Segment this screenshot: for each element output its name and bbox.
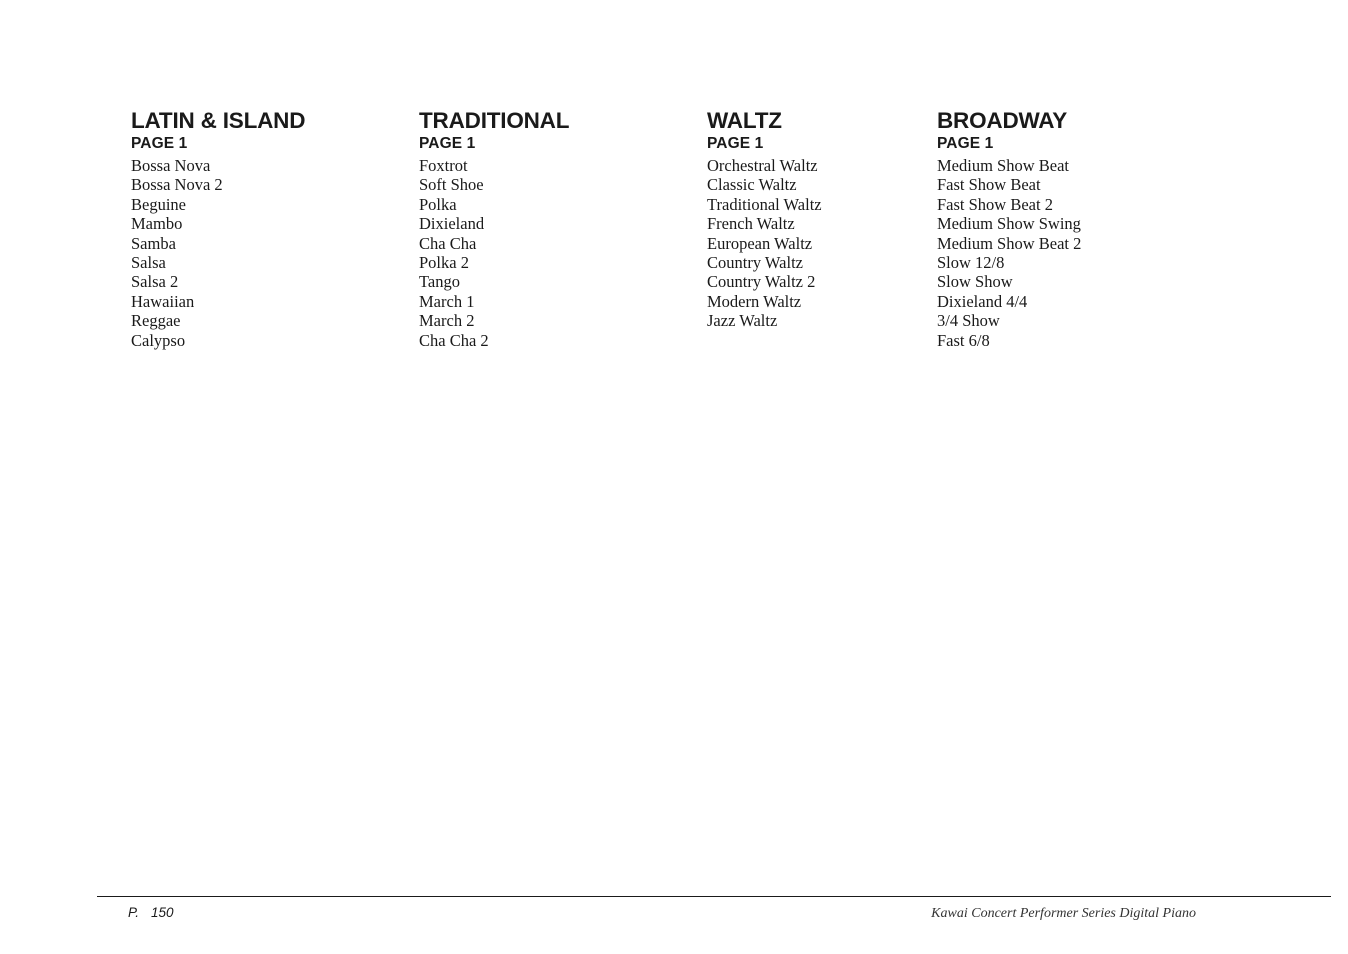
list-item: Polka [419,194,457,214]
footer-divider [97,896,1331,897]
list-item: Polka 2 [419,253,469,273]
category-page-label: PAGE 1 [131,135,188,152]
list-item: Jazz Waltz [707,311,778,331]
list-item: Slow Show [937,272,1013,292]
rhythm-list: Foxtrot Soft Shoe Polka Dixieland Cha Ch… [419,156,707,350]
category-page-label: PAGE 1 [707,135,764,152]
list-item: Hawaiian [131,291,195,311]
list-item: Classic Waltz [707,175,797,195]
category-page-label: PAGE 1 [937,135,994,152]
list-item: Soft Shoe [419,175,484,195]
category-title: LATIN & ISLAND [131,108,306,133]
rhythm-list: Bossa Nova Bossa Nova 2 Beguine Mambo Sa… [131,156,419,350]
list-item: March 2 [419,311,475,331]
list-item: Dixieland [419,214,485,234]
category-title: WALTZ [707,108,782,133]
list-item: Tango [419,272,461,292]
list-item: Fast Show Beat [937,175,1041,195]
list-item: Beguine [131,194,186,214]
rhythm-category-column: TRADITIONAL PAGE 1 Foxtrot Soft Shoe Pol… [419,108,707,350]
list-item: Foxtrot [419,156,468,175]
rhythm-category-columns: LATIN & ISLAND PAGE 1 Bossa Nova Bossa N… [131,108,1311,350]
list-item: Cha Cha 2 [419,330,489,350]
page-number-value: 150 [151,905,174,920]
list-item: Reggae [131,311,181,331]
category-page-label: PAGE 1 [419,135,476,152]
list-item: Medium Show Beat 2 [937,233,1082,253]
footer-product-line: Kawai Concert Performer Series Digital P… [931,906,1196,921]
list-item: Country Waltz [707,253,803,273]
list-item: Fast 6/8 [937,330,990,350]
footer-page-number: P. 150 [128,905,174,920]
list-item: Calypso [131,330,186,350]
list-item: Medium Show Swing [937,214,1081,234]
list-item: Dixieland 4/4 [937,291,1028,311]
rhythm-category-column: BROADWAY PAGE 1 Medium Show Beat Fast Sh… [937,108,1237,350]
rhythm-list: Orchestral Waltz Classic Waltz Tradition… [707,156,937,331]
category-title: TRADITIONAL [419,108,570,133]
list-item: Fast Show Beat 2 [937,194,1053,214]
list-item: European Waltz [707,233,813,253]
list-item: Mambo [131,214,183,234]
category-title: BROADWAY [937,108,1068,133]
list-item: Samba [131,233,176,253]
rhythm-category-column: WALTZ PAGE 1 Orchestral Waltz Classic Wa… [707,108,937,350]
list-item: Salsa [131,253,166,273]
list-item: Medium Show Beat [937,156,1069,175]
list-item: Traditional Waltz [707,194,822,214]
list-item: Salsa 2 [131,272,179,292]
document-page: LATIN & ISLAND PAGE 1 Bossa Nova Bossa N… [0,0,1348,954]
list-item: Modern Waltz [707,291,802,311]
list-item: Slow 12/8 [937,253,1005,273]
list-item: Country Waltz 2 [707,272,816,292]
list-item: Bossa Nova 2 [131,175,223,195]
list-item: Cha Cha [419,233,477,253]
list-item: 3/4 Show [937,311,1000,331]
list-item: Orchestral Waltz [707,156,818,175]
page-prefix-label: P. [128,905,140,920]
list-item: March 1 [419,291,475,311]
list-item: Bossa Nova [131,156,211,175]
list-item: French Waltz [707,214,795,234]
rhythm-category-column: LATIN & ISLAND PAGE 1 Bossa Nova Bossa N… [131,108,419,350]
rhythm-list: Medium Show Beat Fast Show Beat Fast Sho… [937,156,1237,350]
